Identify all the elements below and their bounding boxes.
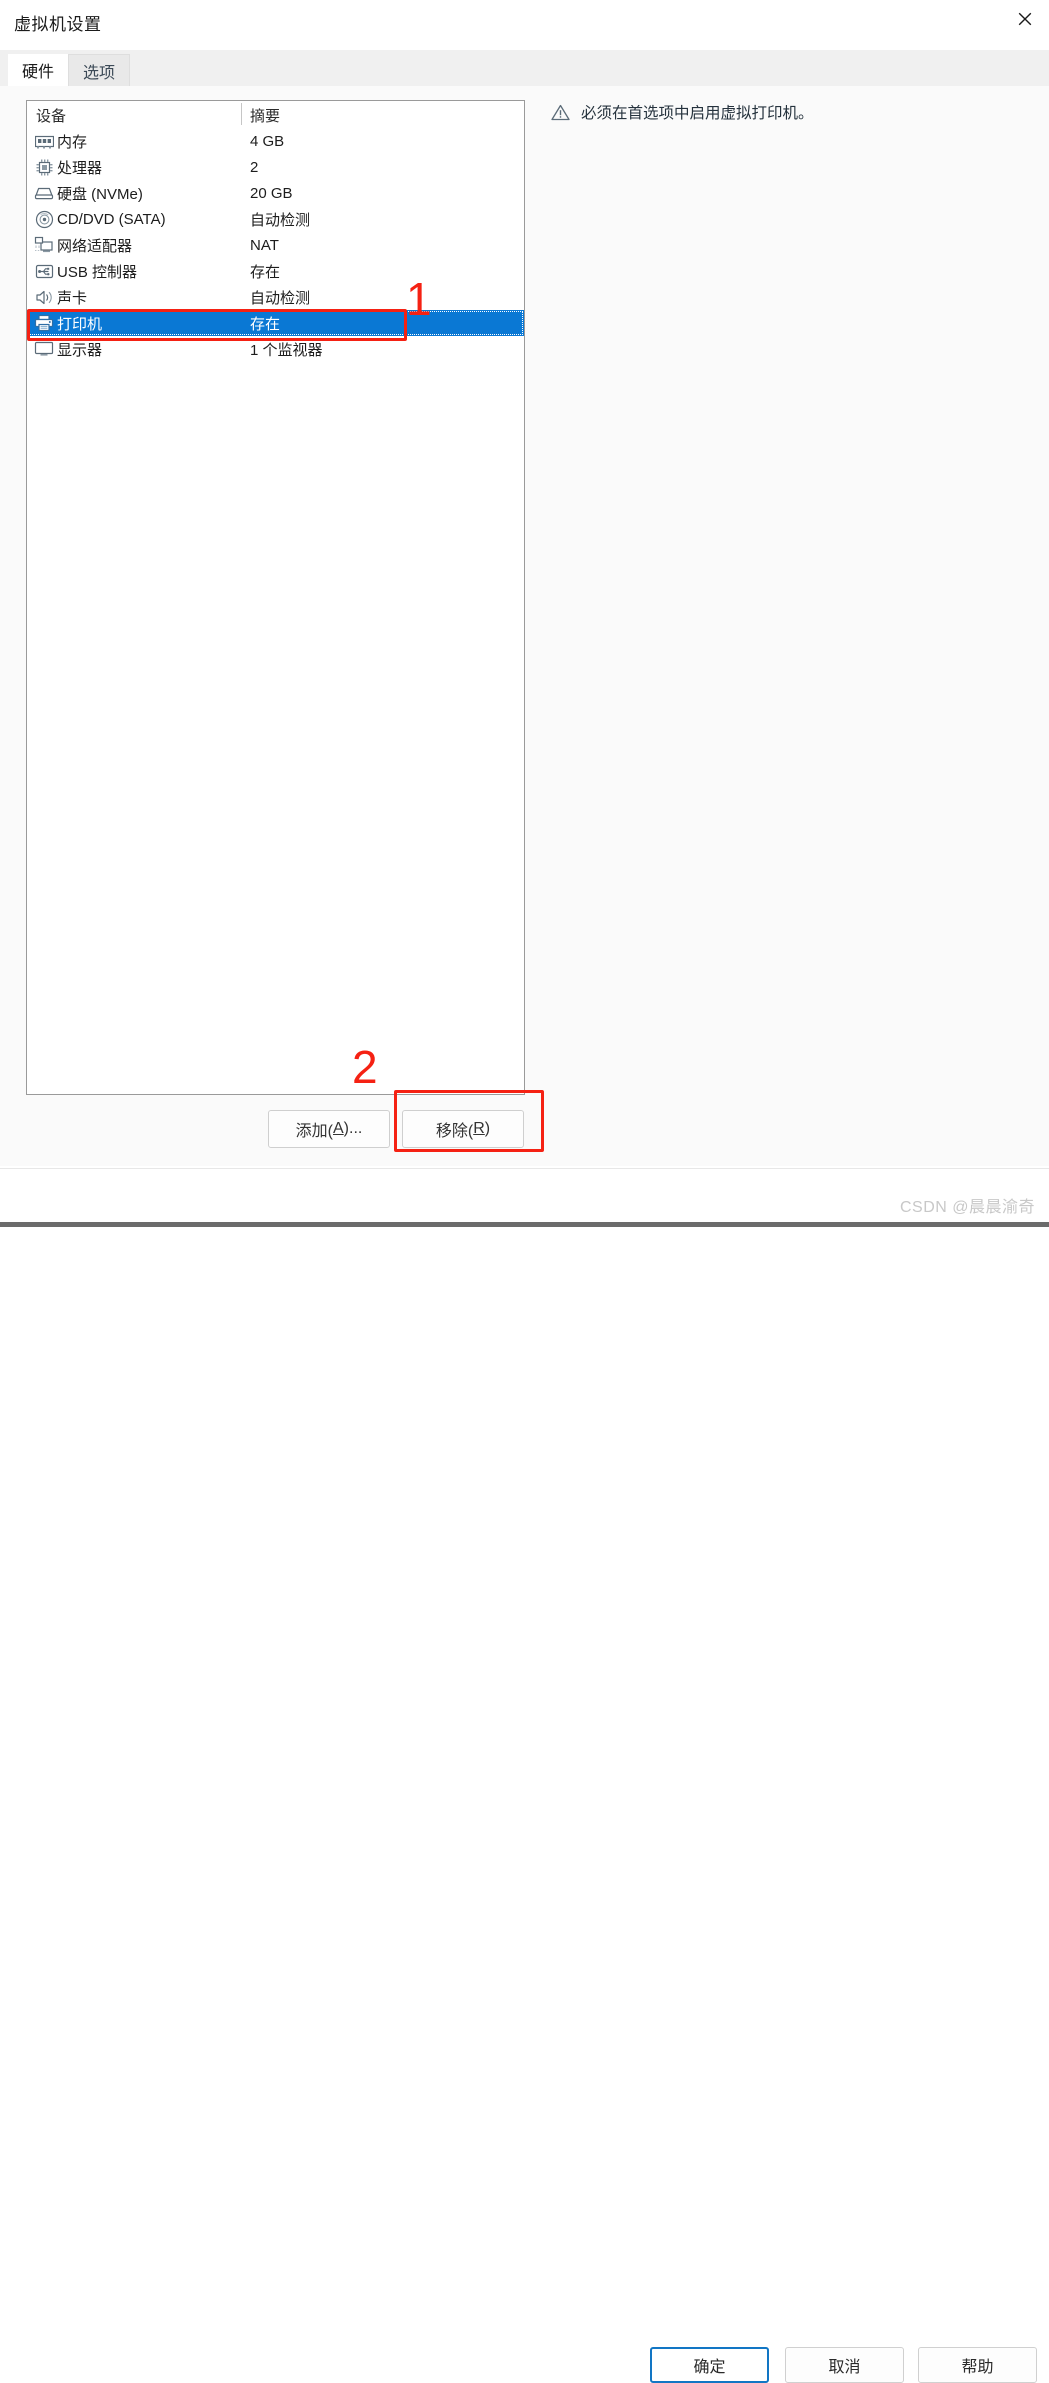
device-name: 网络适配器	[57, 237, 133, 255]
device-name: 处理器	[57, 159, 103, 177]
network-icon	[33, 235, 55, 255]
vm-settings-dialog: 虚拟机设置 硬件 选项 设备 摘要 内存 4 GB 处理器 2 硬盘 (NVMe…	[0, 0, 1049, 2383]
printer-warning-text: 必须在首选项中启用虚拟打印机。	[581, 105, 814, 122]
dialog-footer: 确定 取消 帮助	[0, 1168, 1049, 2383]
column-header-device: 设备	[36, 108, 67, 125]
printer-warning-notice: 必须在首选项中启用虚拟打印机。	[551, 101, 814, 123]
device-name: USB 控制器	[57, 263, 138, 281]
table-row[interactable]: 硬盘 (NVMe) 20 GB	[27, 180, 524, 206]
close-button[interactable]	[1001, 0, 1049, 38]
table-row[interactable]: 内存 4 GB	[27, 128, 524, 154]
printer-icon	[33, 313, 55, 333]
title-bar: 虚拟机设置	[0, 0, 1049, 44]
cddvd-icon	[33, 209, 55, 229]
ok-button-label: 确定	[693, 2359, 726, 2376]
tab-hardware-label: 硬件	[22, 64, 55, 81]
remove-device-label-suffix: )	[484, 1120, 491, 1137]
device-list-header: 设备 摘要	[27, 101, 524, 128]
cancel-button[interactable]: 取消	[785, 2347, 904, 2383]
harddisk-icon	[33, 183, 55, 203]
device-name: 显示器	[57, 341, 103, 359]
device-summary: 存在	[250, 263, 281, 281]
table-row[interactable]: CD/DVD (SATA) 自动检测	[27, 206, 524, 232]
sound-icon	[33, 287, 55, 307]
usb-icon	[33, 261, 55, 281]
add-device-label-suffix: )...	[343, 1120, 363, 1137]
help-button-label: 帮助	[961, 2359, 994, 2376]
add-device-button[interactable]: 添加(A)...	[268, 1110, 390, 1148]
device-summary: NAT	[250, 236, 279, 254]
remove-device-accel: R	[473, 1120, 485, 1137]
memory-icon	[33, 131, 55, 151]
cancel-button-label: 取消	[828, 2359, 861, 2376]
device-summary: 2	[250, 158, 259, 176]
tab-options-label: 选项	[83, 64, 116, 82]
device-summary: 自动检测	[250, 211, 311, 229]
table-row[interactable]: 声卡 自动检测	[27, 284, 524, 310]
device-name: 声卡	[57, 289, 88, 307]
tab-strip: 硬件 选项	[0, 50, 1049, 87]
tab-hardware[interactable]: 硬件	[8, 54, 69, 86]
device-name: 硬盘 (NVMe)	[57, 185, 143, 203]
ok-button[interactable]: 确定	[650, 2347, 769, 2383]
help-button[interactable]: 帮助	[918, 2347, 1037, 2383]
device-summary: 自动检测	[250, 289, 311, 307]
table-row[interactable]: 网络适配器 NAT	[27, 232, 524, 258]
table-row[interactable]: USB 控制器 存在	[27, 258, 524, 284]
table-row[interactable]: 显示器 1 个监视器	[27, 336, 524, 362]
device-list[interactable]: 设备 摘要 内存 4 GB 处理器 2 硬盘 (NVMe) 20 GB CD/D…	[26, 100, 525, 1095]
remove-device-label-prefix: 移除(	[435, 1123, 474, 1140]
window-bottom-edge	[0, 1222, 1049, 1227]
close-icon	[1016, 10, 1034, 28]
add-device-accel: A	[333, 1120, 344, 1137]
device-name: 打印机	[57, 315, 103, 333]
column-divider	[241, 103, 242, 125]
warning-triangle-icon	[551, 104, 570, 121]
tab-options[interactable]: 选项	[68, 54, 131, 86]
device-summary: 20 GB	[250, 184, 293, 202]
add-device-label-prefix: 添加(	[295, 1123, 333, 1140]
column-header-summary: 摘要	[250, 108, 281, 125]
table-row[interactable]: 处理器 2	[27, 154, 524, 180]
device-summary: 存在	[250, 315, 281, 333]
device-summary: 1 个监视器	[250, 341, 323, 359]
remove-device-button[interactable]: 移除(R)	[402, 1110, 524, 1148]
display-icon	[33, 339, 55, 359]
device-name: 内存	[57, 133, 88, 151]
device-name: CD/DVD (SATA)	[57, 210, 166, 228]
processor-icon	[33, 157, 55, 177]
page-title: 虚拟机设置	[14, 15, 102, 34]
device-summary: 4 GB	[250, 132, 285, 150]
table-row-selected[interactable]: 打印机 存在	[27, 310, 524, 336]
